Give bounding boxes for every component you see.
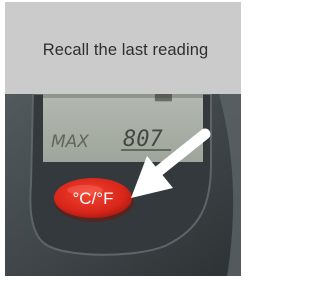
lcd-faint-segments: ▀▀: [154, 94, 172, 110]
thermometer-photo: ▀▀ MAX 807 °C/°F: [5, 94, 246, 276]
product-tip-card: Recall the last reading ▀▀ MAX 807 °C/°F: [5, 2, 246, 276]
caption-bar: Recall the last reading: [5, 2, 246, 94]
button-label: °C/°F: [73, 189, 114, 208]
lcd-top-shadow: [43, 94, 203, 98]
lcd-reading-underline: [121, 149, 171, 151]
lcd-mode-label: MAX: [51, 132, 89, 152]
caption-text: Recall the last reading: [42, 41, 209, 59]
lcd-reading: 807: [123, 127, 163, 152]
right-margin: [241, 0, 246, 281]
